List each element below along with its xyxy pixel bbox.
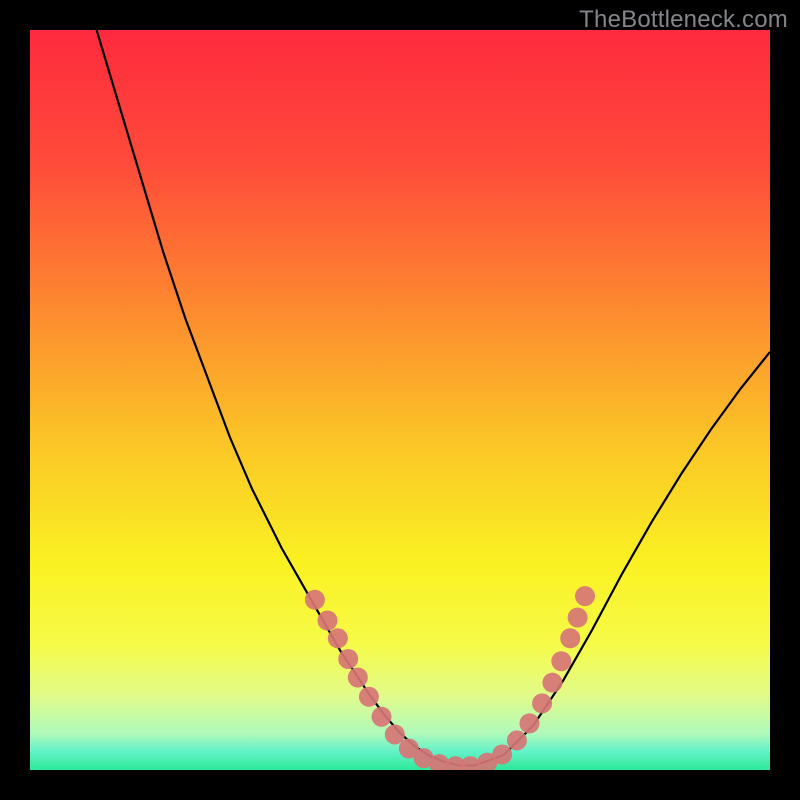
curve-marker (551, 651, 571, 671)
chart-plot-area (30, 30, 770, 770)
chart-frame: TheBottleneck.com (0, 0, 800, 800)
curve-marker (317, 611, 337, 631)
curve-marker (328, 628, 348, 648)
curve-marker (372, 707, 392, 727)
chart-svg (30, 30, 770, 770)
curve-marker (348, 668, 368, 688)
gradient-background (30, 30, 770, 770)
curve-marker (560, 628, 580, 648)
curve-marker (359, 687, 379, 707)
curve-marker (520, 713, 540, 733)
curve-marker (305, 590, 325, 610)
curve-marker (492, 744, 512, 764)
curve-marker (338, 649, 358, 669)
curve-marker (532, 693, 552, 713)
curve-marker (575, 586, 595, 606)
curve-marker (568, 608, 588, 628)
curve-marker (507, 730, 527, 750)
curve-marker (542, 673, 562, 693)
